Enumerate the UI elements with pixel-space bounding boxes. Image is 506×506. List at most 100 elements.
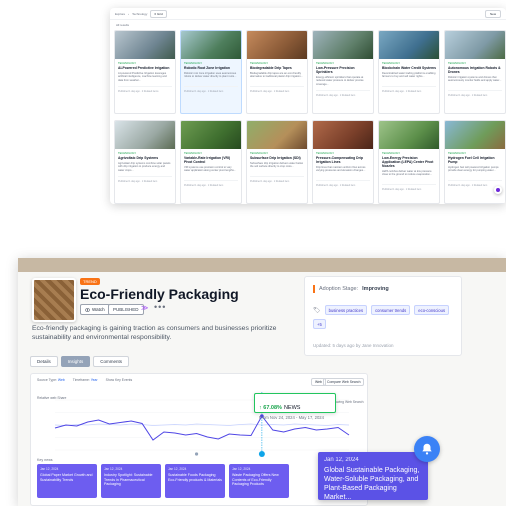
news-card-list: Jan 12, 2024 Global Paper Market Growth a… xyxy=(37,464,289,498)
tag-icon: 🏷 xyxy=(313,307,321,314)
trend-badge: TREND xyxy=(80,278,100,285)
more-options-button[interactable]: ••• xyxy=(154,302,166,312)
breadcrumb-technology[interactable]: Technology xyxy=(132,12,147,16)
card-thumbnail xyxy=(445,121,505,149)
card-thumbnail xyxy=(313,31,373,59)
adoption-label: Adoption Stage: xyxy=(319,286,359,292)
breadcrumb-explore[interactable]: Explore xyxy=(115,12,125,16)
card-description: AI-powered Predictive Irrigation leverag… xyxy=(118,72,167,82)
card-title: Blockchain Water Credit Systems xyxy=(382,66,436,70)
technology-card[interactable]: TECHNOLOGY Variable-Rate Irrigation (VRI)… xyxy=(180,120,242,204)
card-description: Robotic irrigation systems and drones th… xyxy=(448,76,502,83)
technology-grid-window: Explore › Technology ≡ Grid New All resu… xyxy=(110,8,506,204)
event-marker[interactable] xyxy=(258,451,265,457)
tag-chip[interactable]: eco-conscious xyxy=(414,305,450,315)
card-thumbnail xyxy=(445,31,505,59)
adoption-value[interactable]: Improving xyxy=(362,286,389,292)
news-popup-card[interactable]: Jan 12, 2024 Global Sustainable Packagin… xyxy=(318,452,428,501)
card-title: Low-Pressure Precision Sprinklers xyxy=(316,66,355,74)
news-date: Jan 12, 2024 xyxy=(168,467,187,471)
bell-icon[interactable] xyxy=(414,436,440,462)
card-meta: Published 1 day ago · 2 Related items xyxy=(118,90,159,93)
card-thumbnail xyxy=(313,121,373,149)
card-description: LEPA nozzles deliver water at low pressu… xyxy=(382,170,433,177)
card-title: Variable-Rate Irrigation (VRI) Pivot Con… xyxy=(184,156,230,164)
card-meta: Published 1 day ago · 1 Related item xyxy=(382,90,422,93)
news-card[interactable]: Jan 12, 2024 Global Paper Market Growth a… xyxy=(37,464,97,498)
adoption-indicator xyxy=(313,285,315,293)
watch-button[interactable]: Watch xyxy=(80,304,110,315)
news-date: Jan 12, 2024 xyxy=(40,467,59,471)
technology-card[interactable]: TECHNOLOGY Pressure-Compensating Drip Irr… xyxy=(312,120,374,204)
technology-card[interactable]: TECHNOLOGY Autonomous Irrigation Robots &… xyxy=(444,30,506,114)
technology-card[interactable]: TECHNOLOGY AI-Powered Predictive Irrigati… xyxy=(114,30,176,114)
trend-summary: Eco-friendly packaging is gaining tracti… xyxy=(32,325,277,341)
assistant-fab[interactable] xyxy=(494,186,502,194)
grid-subbar: All results xyxy=(110,20,506,30)
eye-icon xyxy=(85,307,90,312)
card-meta: Published 1 day ago · 1 Related item xyxy=(316,94,356,97)
card-meta: Published 1 day ago · 1 Related item xyxy=(448,94,488,97)
share-icon[interactable]: ≫ xyxy=(141,304,148,312)
technology-card[interactable]: TECHNOLOGY Subsurface Drip Irrigation (SD… xyxy=(246,120,308,204)
technology-card[interactable]: TECHNOLOGY Robotic Root Zone Irrigation Ro… xyxy=(180,30,242,114)
tag-chip[interactable]: consumer trends xyxy=(371,305,411,315)
technology-card[interactable]: TECHNOLOGY Blockchain Water Credit System… xyxy=(378,30,440,114)
tags-more-chip[interactable]: +5 xyxy=(313,319,326,329)
tooltip-range: From Nov 24, 2024 - May 17, 2024 xyxy=(259,415,324,420)
card-meta: Published 1 day ago · 1 Related item xyxy=(118,180,158,183)
card-title: Pressure-Compensating Drip Irrigation Li… xyxy=(316,156,363,164)
publish-status-button[interactable]: PUBLISHED xyxy=(108,304,144,315)
card-title: Subsurface Drip Irrigation (SDI) xyxy=(250,156,301,160)
new-button[interactable]: New xyxy=(484,9,501,18)
event-marker[interactable] xyxy=(194,452,199,456)
tab-insights[interactable]: Insights xyxy=(60,356,91,367)
composite-screenshot: Explore › Technology ≡ Grid New All resu… xyxy=(0,0,506,506)
trend-detail-window: TREND Eco-Friendly Packaging Watch PUBLI… xyxy=(18,258,506,506)
card-meta: Published 1 day ago · 1 Related item xyxy=(184,184,224,187)
filter-hint[interactable]: All results xyxy=(116,23,129,27)
card-thumbnail xyxy=(115,121,175,149)
assistant-icon xyxy=(496,188,500,192)
detail-tabs: Details Insights Comments xyxy=(30,356,130,367)
watch-label: Watch xyxy=(92,307,105,312)
card-title: Low-Energy Precision Application (LEPA) … xyxy=(382,156,434,168)
technology-card[interactable]: TECHNOLOGY Low-Pressure Precision Sprinkl… xyxy=(312,30,374,114)
card-thumbnail xyxy=(181,121,241,149)
news-title: Sustainable Foods Packaging Eco-Friendly… xyxy=(168,473,222,482)
card-thumbnail xyxy=(247,121,307,149)
card-description: Agrivoltaic drip systems combine solar p… xyxy=(118,162,171,172)
trend-image xyxy=(32,278,76,322)
card-meta: Published 1 day ago · 1 Related item xyxy=(382,188,422,191)
card-description: Robotic root zone irrigation uses autono… xyxy=(184,72,237,79)
view-toggle[interactable]: ≡ Grid xyxy=(150,9,167,18)
tab-comments[interactable]: Comments xyxy=(93,356,130,367)
card-description: Biodegradable drip tapes are an eco-frie… xyxy=(250,72,303,79)
adoption-card: Adoption Stage: Improving 🏷 business pra… xyxy=(304,276,462,356)
technology-card[interactable]: TECHNOLOGY Biodegradable Drip Tapes Biodeg… xyxy=(246,30,308,114)
tab-details[interactable]: Details xyxy=(30,356,58,367)
technology-card[interactable]: TECHNOLOGY Low-Energy Precision Applicati… xyxy=(378,120,440,204)
news-title: Waste Packaging Offers New Contents of E… xyxy=(232,473,279,487)
card-title: AI-Powered Predictive Irrigation xyxy=(118,66,170,70)
card-thumbnail xyxy=(181,31,241,59)
tag-list: 🏷 business practices consumer trends eco… xyxy=(313,305,459,329)
card-thumbnail xyxy=(379,31,439,59)
chart-tooltip: ↑ 67.08% NEWS From Nov 24, 2024 - May 17,… xyxy=(254,393,336,420)
card-meta: Published 1 day ago · 1 Related item xyxy=(316,184,356,187)
news-heading: Key news xyxy=(37,458,53,462)
technology-card[interactable]: TECHNOLOGY Agrivoltaic Drip Systems Agrivo… xyxy=(114,120,176,204)
grid-toolbar: Explore › Technology ≡ Grid New xyxy=(110,8,506,20)
updated-meta: Updated: 5 days ago by Jane Innovation xyxy=(313,343,394,348)
technology-card-grid: TECHNOLOGY AI-Powered Predictive Irrigati… xyxy=(114,30,506,204)
cover-banner xyxy=(18,258,506,272)
news-card[interactable]: Jan 12, 2024 Industry Spotlight: Sustaina… xyxy=(101,464,161,498)
news-card[interactable]: Jan 12, 2024 Sustainable Foods Packaging … xyxy=(165,464,225,498)
news-card[interactable]: Jan 12, 2024 Waste Packaging Offers New C… xyxy=(229,464,289,498)
card-title: Autonomous Irrigation Robots & Drones xyxy=(448,66,501,74)
card-description: Hydrogen fuel cell powered irrigation pu… xyxy=(448,166,499,173)
adoption-stage: Adoption Stage: Improving xyxy=(313,285,389,293)
tag-chip[interactable]: business practices xyxy=(324,305,368,315)
card-thumbnail xyxy=(247,31,307,59)
news-title: Global Paper Market Growth and Sustainab… xyxy=(40,473,93,482)
